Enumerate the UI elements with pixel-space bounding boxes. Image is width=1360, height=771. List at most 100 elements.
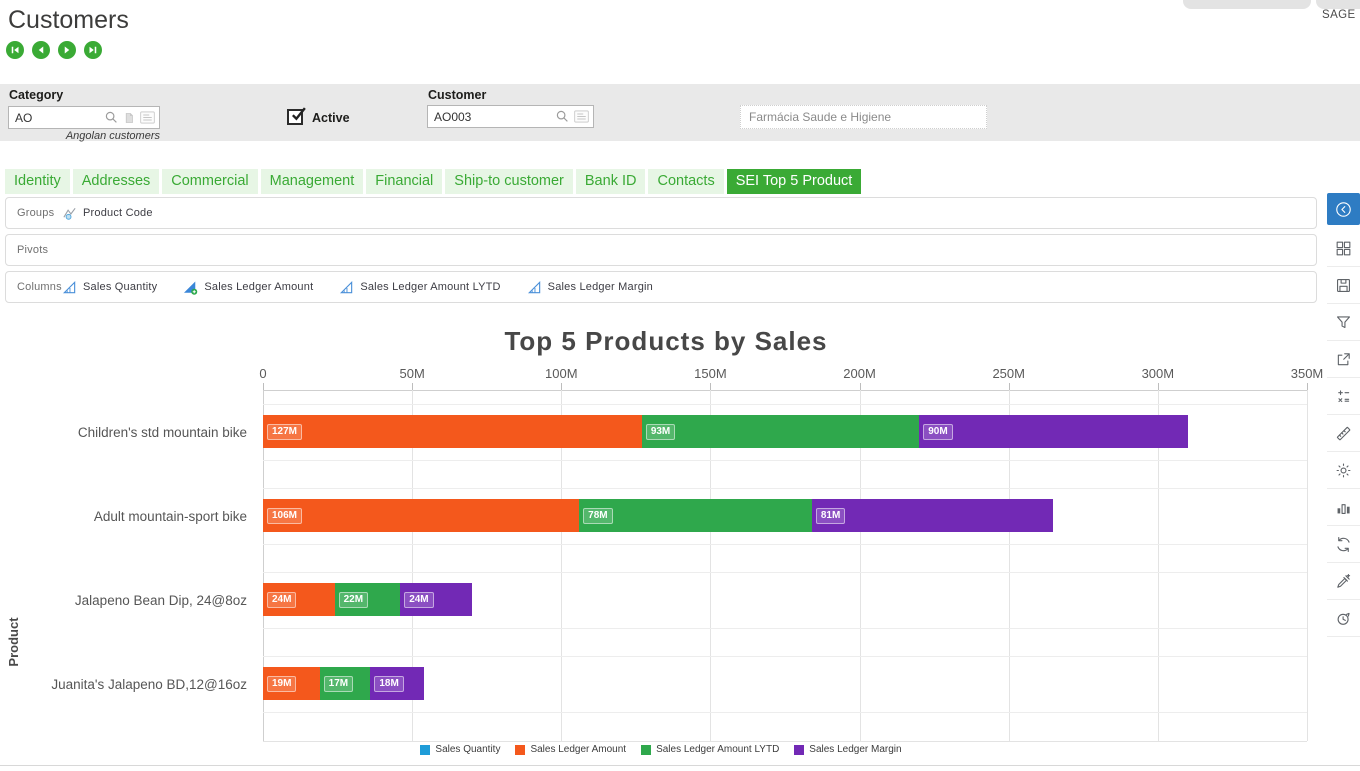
tab-identity[interactable]: Identity — [5, 169, 70, 194]
tab-contacts[interactable]: Contacts — [648, 169, 723, 194]
sidebar-measure-tools-button[interactable] — [1327, 415, 1360, 452]
bar-segment-sales-ledger-amount[interactable]: 24M — [263, 583, 335, 616]
search-icon[interactable] — [104, 110, 119, 125]
builder-row-pivots: Pivots — [5, 234, 1317, 266]
sidebar-share-button[interactable] — [1327, 341, 1360, 378]
sidebar-format-painter-button[interactable] — [1327, 563, 1360, 600]
page-title: Customers — [8, 6, 129, 35]
filter-bar: Category Angolan customers Active Custom… — [0, 84, 1360, 141]
bar-value-label: 24M — [267, 592, 296, 608]
bar-value-label: 90M — [923, 424, 952, 440]
page-bottom-divider — [0, 765, 1360, 766]
top-toolbar-button[interactable] — [1316, 0, 1360, 9]
sei-toolbar-sidebar — [1327, 193, 1360, 637]
band-line — [263, 628, 1307, 629]
band-line — [263, 544, 1307, 545]
next-record-button[interactable] — [58, 41, 76, 59]
band-line — [263, 712, 1307, 713]
legend-item-sales-ledger-amount-lytd[interactable]: Sales Ledger Amount LYTD — [641, 744, 779, 755]
bar-value-label: 19M — [267, 676, 296, 692]
x-tick-mark — [860, 383, 861, 390]
bar-segment-sales-ledger-amount-lytd[interactable]: 78M — [579, 499, 812, 532]
legend-swatch — [420, 745, 430, 755]
bar-chart-icon — [1334, 498, 1353, 517]
legend-label: Sales Ledger Margin — [809, 744, 901, 755]
tab-financial[interactable]: Financial — [366, 169, 442, 194]
last-record-button[interactable] — [84, 41, 102, 59]
stacked-bar: 24M22M24M — [263, 583, 472, 616]
legend-item-sales-ledger-amount[interactable]: Sales Ledger Amount — [515, 744, 626, 755]
tab-commercial[interactable]: Commercial — [162, 169, 257, 194]
sidebar-filter-button[interactable] — [1327, 304, 1360, 341]
builder-row-label: Columns — [6, 281, 62, 293]
gridline — [1307, 390, 1308, 741]
bar-segment-sales-ledger-amount-lytd[interactable]: 93M — [642, 415, 919, 448]
category-field — [8, 106, 160, 129]
bar-value-label: 18M — [374, 676, 403, 692]
sidebar-layout-grid-button[interactable] — [1327, 230, 1360, 267]
tab-ship-to-customer[interactable]: Ship-to customer — [445, 169, 573, 194]
chart-legend: Sales Quantity Sales Ledger Amount Sales L… — [0, 744, 1322, 755]
sidebar-collapse-panel-button[interactable] — [1327, 193, 1360, 225]
field-chip-sales-ledger-margin[interactable]: Sales Ledger Margin — [527, 280, 653, 295]
field-chip-label: Sales Quantity — [83, 281, 157, 293]
bar-segment-sales-ledger-amount[interactable]: 127M — [263, 415, 642, 448]
account-menu[interactable]: SAGE — [1322, 9, 1360, 21]
category-description: Angolan customers — [8, 130, 160, 142]
chevron-left-circle-icon — [1334, 200, 1353, 219]
x-tick-mark — [710, 383, 711, 390]
previous-record-button[interactable] — [32, 41, 50, 59]
legend-label: Sales Ledger Amount LYTD — [656, 744, 779, 755]
sidebar-history-button[interactable] — [1327, 600, 1360, 637]
lookup-list-icon[interactable] — [573, 108, 590, 125]
sidebar-refresh-button[interactable] — [1327, 526, 1360, 563]
gear-icon — [1334, 461, 1353, 480]
share-icon — [1334, 350, 1353, 369]
bar-segment-sales-ledger-margin[interactable]: 24M — [400, 583, 472, 616]
field-chip-sales-ledger-amount-lytd[interactable]: Sales Ledger Amount LYTD — [339, 280, 500, 295]
bar-segment-sales-ledger-margin[interactable]: 90M — [919, 415, 1187, 448]
band-line — [263, 460, 1307, 461]
first-record-button[interactable] — [6, 41, 24, 59]
bar-value-label: 81M — [816, 508, 845, 524]
measure-icon — [62, 280, 77, 295]
sidebar-chart-options-button[interactable] — [1327, 489, 1360, 526]
search-icon[interactable] — [555, 109, 570, 124]
category-label: Jalapeno Bean Dip, 24@8oz — [0, 558, 247, 642]
field-chip-sales-quantity[interactable]: Sales Quantity — [62, 280, 157, 295]
last-record-icon — [87, 44, 99, 56]
legend-swatch — [641, 745, 651, 755]
bar-segment-sales-ledger-amount-lytd[interactable]: 17M — [320, 667, 371, 700]
first-record-icon — [9, 44, 21, 56]
bar-value-label: 17M — [324, 676, 353, 692]
lookup-list-icon[interactable] — [139, 109, 156, 126]
bar-value-label: 24M — [404, 592, 433, 608]
field-chip-product-code[interactable]: Product Code — [62, 206, 153, 221]
x-tick-mark — [1009, 383, 1010, 390]
sidebar-calculations-button[interactable] — [1327, 378, 1360, 415]
bar-value-label: 78M — [583, 508, 612, 524]
builder-row-label: Pivots — [6, 244, 62, 256]
sidebar-save-button[interactable] — [1327, 267, 1360, 304]
field-chip-sales-ledger-amount[interactable]: Sales Ledger Amount — [183, 280, 313, 295]
active-checkbox[interactable] — [287, 109, 303, 125]
tab-sei-top-5-product[interactable]: SEI Top 5 Product — [727, 169, 862, 194]
bar-segment-sales-ledger-margin[interactable]: 81M — [812, 499, 1054, 532]
tab-management[interactable]: Management — [261, 169, 364, 194]
bar-segment-sales-ledger-margin[interactable]: 18M — [370, 667, 424, 700]
tab-bank-id[interactable]: Bank ID — [576, 169, 646, 194]
bar-segment-sales-ledger-amount-lytd[interactable]: 22M — [335, 583, 401, 616]
legend-item-sales-ledger-margin[interactable]: Sales Ledger Margin — [794, 744, 901, 755]
top-toolbar-button[interactable] — [1183, 0, 1311, 9]
legend-item-sales-quantity[interactable]: Sales Quantity — [420, 744, 500, 755]
sidebar-settings-button[interactable] — [1327, 452, 1360, 489]
field-chip-label: Product Code — [83, 207, 153, 219]
bar-segment-sales-ledger-amount[interactable]: 19M — [263, 667, 320, 700]
x-tick-label: 250M — [979, 366, 1039, 381]
customer-input[interactable] — [428, 110, 555, 124]
category-label: Adult mountain-sport bike — [0, 474, 247, 558]
tab-addresses[interactable]: Addresses — [73, 169, 160, 194]
copy-document-icon[interactable] — [122, 111, 136, 125]
bar-segment-sales-ledger-amount[interactable]: 106M — [263, 499, 579, 532]
category-input[interactable] — [9, 111, 104, 125]
